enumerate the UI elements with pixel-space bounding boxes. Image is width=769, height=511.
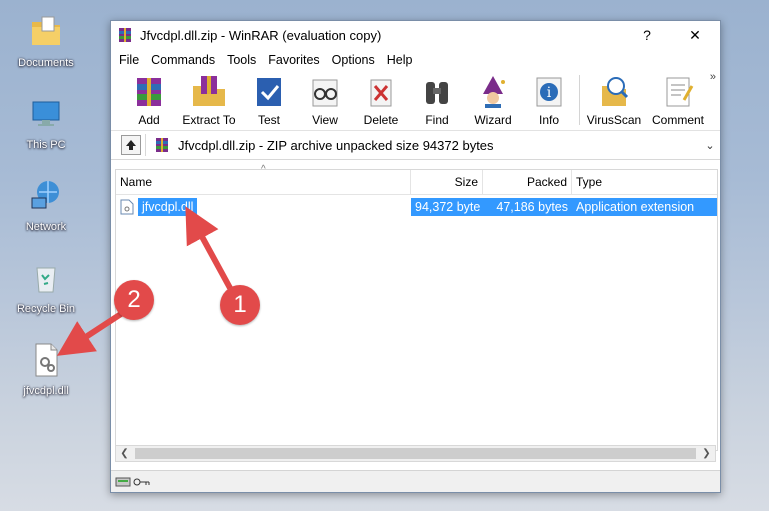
virusscan-button[interactable]: VirusScan bbox=[582, 72, 646, 127]
menu-options[interactable]: Options bbox=[326, 53, 381, 67]
status-bar bbox=[111, 470, 720, 492]
folder-icon bbox=[26, 12, 66, 52]
delete-icon bbox=[361, 72, 401, 112]
desktop-icon-label: Documents bbox=[18, 57, 74, 69]
annotation-badge-2: 2 bbox=[114, 280, 154, 320]
find-button[interactable]: Find bbox=[409, 72, 465, 127]
column-header-packed[interactable]: Packed bbox=[483, 170, 572, 194]
add-button[interactable]: Add bbox=[121, 72, 177, 127]
desktop-icon-this-pc[interactable]: This PC bbox=[4, 94, 88, 152]
comment-button[interactable]: Comment bbox=[646, 72, 710, 127]
toolbar-more-chevron-icon[interactable]: » bbox=[710, 71, 716, 83]
desktop-icon-recycle-bin[interactable]: Recycle Bin bbox=[4, 258, 88, 316]
desktop-icon-label: jfvcdpl.dll bbox=[23, 385, 69, 397]
drive-key-icon bbox=[115, 477, 150, 486]
menu-help[interactable]: Help bbox=[381, 53, 419, 67]
menu-file[interactable]: File bbox=[113, 53, 145, 67]
file-list: ^ Name Size Packed Type jfvcdpl.dll 94,3… bbox=[115, 164, 718, 451]
test-button-label: Test bbox=[257, 113, 280, 127]
file-packed: 47,186 bytes bbox=[483, 198, 572, 216]
menu-tools[interactable]: Tools bbox=[221, 53, 262, 67]
extract-folder-icon bbox=[189, 72, 229, 112]
annotation-badge-1: 1 bbox=[220, 285, 260, 325]
wizard-icon bbox=[473, 72, 513, 112]
svg-text:i: i bbox=[547, 85, 552, 101]
file-name-cell[interactable]: jfvcdpl.dll bbox=[116, 198, 411, 216]
wizard-button-label: Wizard bbox=[474, 113, 512, 127]
address-bar: Jfvcdpl.dll.zip - ZIP archive unpacked s… bbox=[111, 131, 720, 160]
virusscan-icon bbox=[594, 72, 634, 112]
desktop-icon-network[interactable]: Network bbox=[4, 176, 88, 234]
add-archive-icon bbox=[129, 72, 169, 112]
computer-icon bbox=[26, 94, 66, 134]
horizontal-scrollbar[interactable]: ❮ ❯ bbox=[115, 445, 716, 462]
archive-path-dropdown[interactable]: Jfvcdpl.dll.zip - ZIP archive unpacked s… bbox=[145, 134, 718, 156]
dll-file-icon bbox=[120, 199, 134, 215]
comment-icon bbox=[658, 72, 698, 112]
add-button-label: Add bbox=[138, 113, 160, 127]
scroll-right-icon[interactable]: ❯ bbox=[698, 448, 715, 459]
chevron-down-icon[interactable]: ⌄ bbox=[702, 139, 718, 152]
comment-button-label: Comment bbox=[651, 113, 704, 127]
desktop-icon-documents[interactable]: Documents bbox=[4, 12, 88, 70]
delete-button-label: Delete bbox=[363, 113, 399, 127]
column-header-size[interactable]: Size bbox=[411, 170, 483, 194]
view-glasses-icon bbox=[305, 72, 345, 112]
menu-commands[interactable]: Commands bbox=[145, 53, 221, 67]
desktop-icon-label: Recycle Bin bbox=[16, 303, 76, 315]
view-button-label: View bbox=[312, 113, 338, 127]
test-checkmark-icon bbox=[249, 72, 289, 112]
winrar-app-icon bbox=[117, 27, 133, 43]
view-button[interactable]: View bbox=[297, 72, 353, 127]
winrar-window: Jfvcdpl.dll.zip - WinRAR (evaluation cop… bbox=[110, 20, 721, 493]
help-button[interactable]: ? bbox=[624, 21, 670, 49]
title-bar[interactable]: Jfvcdpl.dll.zip - WinRAR (evaluation cop… bbox=[111, 21, 720, 49]
sort-ascending-icon: ^ bbox=[261, 164, 266, 175]
up-folder-button[interactable] bbox=[121, 135, 141, 155]
menu-favorites[interactable]: Favorites bbox=[262, 53, 325, 67]
file-row[interactable]: jfvcdpl.dll 94,372 byte 47,186 bytes App… bbox=[116, 198, 717, 216]
scroll-left-icon[interactable]: ❮ bbox=[116, 448, 133, 459]
binoculars-icon bbox=[417, 72, 457, 112]
toolbar: Add Extract To Test View Delete Find Wiz… bbox=[111, 71, 720, 131]
scrollbar-thumb[interactable] bbox=[135, 448, 696, 459]
file-type: Application extension bbox=[572, 198, 717, 216]
extract-to-button[interactable]: Extract To bbox=[177, 72, 241, 127]
arrow-up-icon bbox=[126, 140, 136, 150]
virusscan-button-label: VirusScan bbox=[586, 113, 642, 127]
delete-button[interactable]: Delete bbox=[353, 72, 409, 127]
test-button[interactable]: Test bbox=[241, 72, 297, 127]
info-icon: i bbox=[529, 72, 569, 112]
window-title: Jfvcdpl.dll.zip - WinRAR (evaluation cop… bbox=[140, 27, 382, 43]
recycle-bin-icon bbox=[26, 258, 66, 298]
desktop-icon-label: Network bbox=[25, 221, 67, 233]
desktop-icon-jfvcdpl-dll[interactable]: jfvcdpl.dll bbox=[4, 340, 88, 398]
file-name: jfvcdpl.dll bbox=[138, 198, 198, 216]
column-header-type[interactable]: Type bbox=[572, 170, 717, 194]
network-icon bbox=[26, 176, 66, 216]
toolbar-separator bbox=[579, 75, 580, 125]
file-size: 94,372 byte bbox=[411, 198, 483, 216]
find-button-label: Find bbox=[425, 113, 449, 127]
extract-to-button-label: Extract To bbox=[182, 113, 236, 127]
info-button[interactable]: i Info bbox=[521, 72, 577, 127]
file-list-header: ^ Name Size Packed Type bbox=[116, 164, 717, 195]
close-button[interactable]: ✕ bbox=[670, 21, 720, 49]
dll-file-icon bbox=[26, 340, 66, 380]
archive-path-text: Jfvcdpl.dll.zip - ZIP archive unpacked s… bbox=[178, 137, 494, 153]
wizard-button[interactable]: Wizard bbox=[465, 72, 521, 127]
zip-archive-icon bbox=[154, 137, 170, 153]
info-button-label: Info bbox=[538, 113, 559, 127]
desktop-icon-label: This PC bbox=[26, 139, 66, 151]
menu-bar: File Commands Tools Favorites Options He… bbox=[111, 49, 720, 71]
